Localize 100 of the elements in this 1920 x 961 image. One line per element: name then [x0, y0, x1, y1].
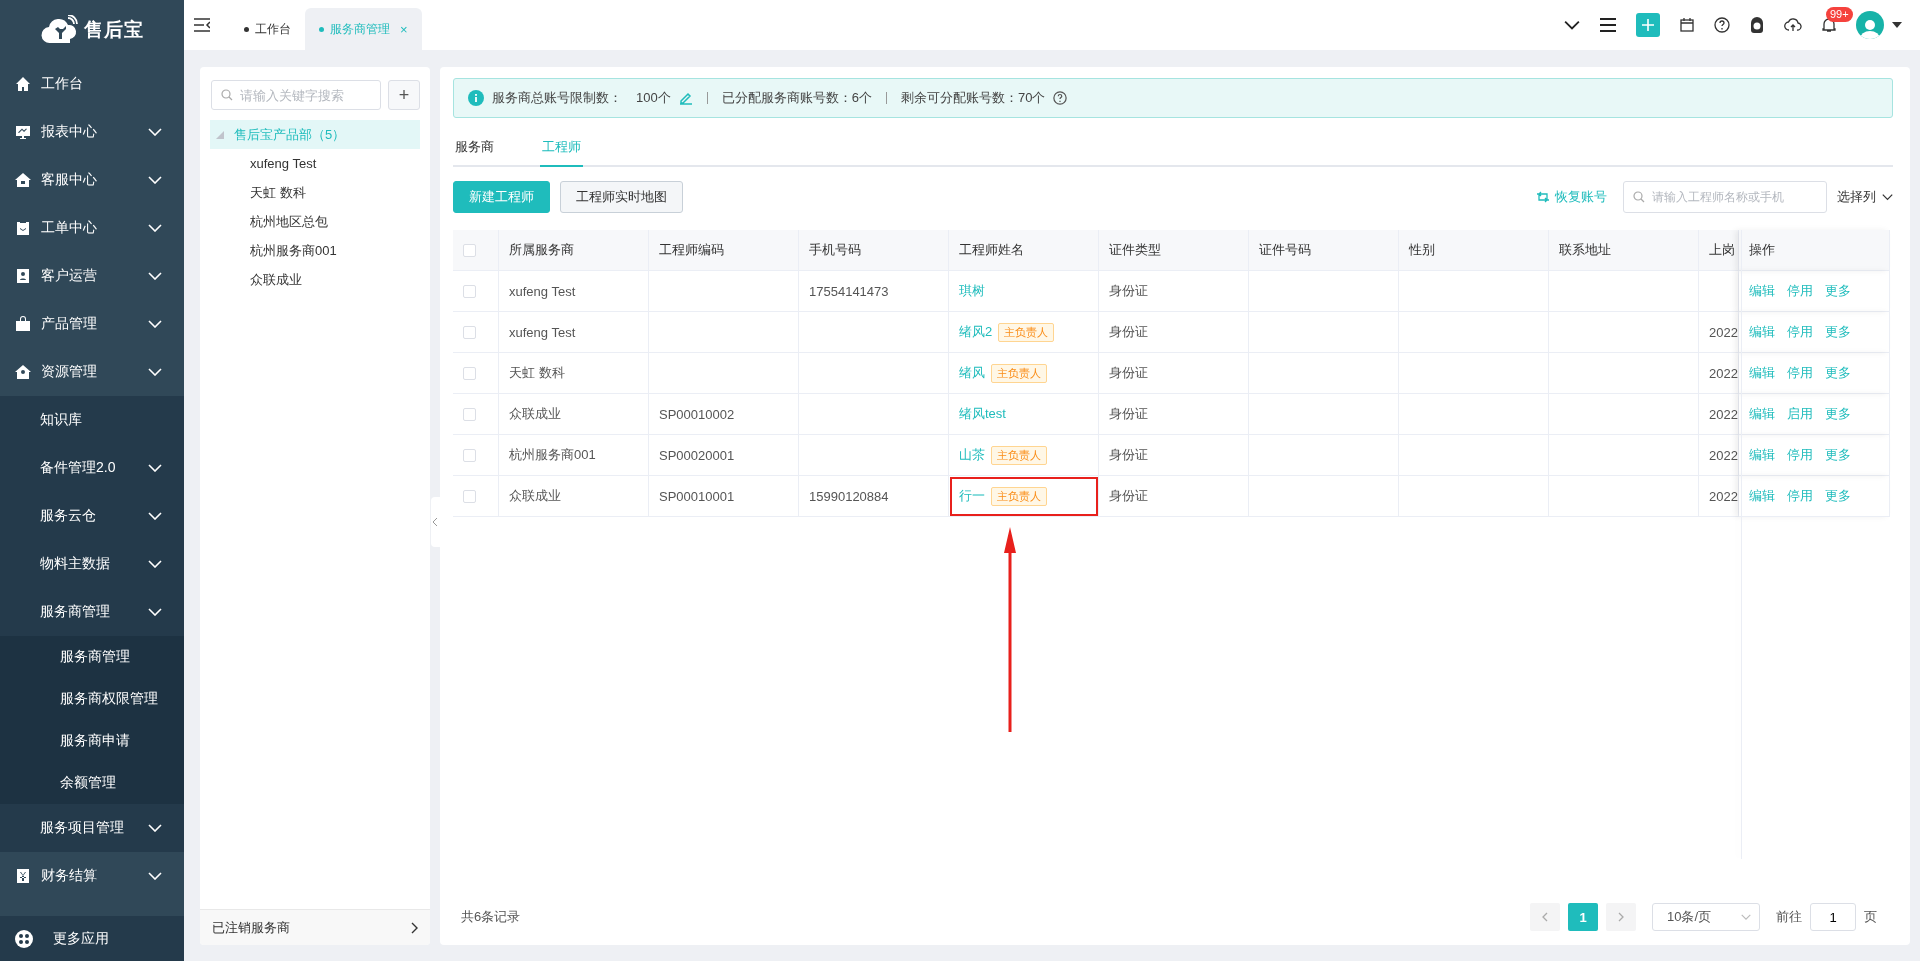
avatar[interactable]	[1856, 11, 1884, 39]
chevron-down-icon	[1882, 193, 1893, 201]
table-cell: 天虹 数科	[499, 353, 649, 394]
upload-button[interactable]	[1784, 18, 1802, 32]
chevron-down-icon	[1564, 20, 1580, 30]
menu-item[interactable]: 余额管理	[0, 762, 184, 804]
checkbox[interactable]	[463, 325, 476, 339]
column-header: 操作	[1739, 230, 1890, 271]
menu-item[interactable]: 服务商管理	[0, 636, 184, 678]
chevron-left-icon	[433, 518, 438, 526]
search-field[interactable]: 请输入关键字搜索	[211, 80, 381, 110]
add-button[interactable]: +	[388, 80, 420, 110]
role-tag: 主负责人	[991, 445, 1047, 465]
checkbox[interactable]	[463, 366, 476, 380]
table-cell: SP00010001	[649, 476, 799, 517]
sidebar-toggle-icon	[194, 18, 210, 32]
help-button[interactable]	[1714, 17, 1730, 33]
quota-label: 剩余可分配账号数：70个	[900, 89, 1046, 107]
table-cell: 2022	[1699, 435, 1739, 476]
person-silhouette-icon	[1860, 17, 1880, 39]
calendar-icon	[1680, 18, 1694, 32]
menu-button[interactable]	[1600, 18, 1616, 32]
table-cell: 身份证	[1099, 435, 1249, 476]
bag-icon	[15, 316, 31, 332]
search-icon	[221, 89, 233, 101]
menu-item[interactable]: 物料主数据	[0, 540, 184, 588]
checkbox[interactable]	[463, 243, 476, 257]
collapse-button[interactable]	[1564, 20, 1580, 30]
goto-page-field[interactable]: 1	[1810, 903, 1856, 931]
tree-node[interactable]: 天虹 数科	[210, 178, 420, 207]
clipboard-icon	[15, 220, 31, 236]
table-cell: 2022	[1699, 312, 1739, 353]
table-cell: 杭州服务商001	[499, 435, 649, 476]
tree-node[interactable]: 众联成业	[210, 265, 420, 294]
column-header: 联系地址	[1549, 230, 1699, 271]
toolbar-button[interactable]: 工程师实时地图	[560, 181, 683, 213]
search-icon	[1633, 191, 1645, 203]
table-cell: 身份证	[1099, 312, 1249, 353]
chevron-left-icon	[1542, 912, 1548, 922]
more-apps-item[interactable]: 更多应用	[0, 916, 184, 961]
menu-item[interactable]: 服务商权限管理	[0, 678, 184, 720]
collapse-handle[interactable]	[431, 497, 440, 547]
next-page-button[interactable]	[1606, 903, 1636, 931]
table-cell: 15990120884	[799, 476, 949, 517]
document-icon	[15, 868, 31, 884]
monitor-icon	[15, 124, 31, 140]
page-size-select[interactable]: 10条/页	[1652, 903, 1760, 931]
record-count: 共6条记录	[461, 908, 521, 926]
search-field[interactable]: 请输入工程师名称或手机	[1623, 181, 1827, 213]
tree-node[interactable]: 杭州地区总包	[210, 207, 420, 236]
table-cell: 2022	[1699, 353, 1739, 394]
menu-item[interactable]: 知识库	[0, 396, 184, 444]
menu-item[interactable]: 服务项目管理	[0, 804, 184, 852]
table-cell: 17554141473	[799, 271, 949, 312]
menu-item[interactable]: 服务云仓	[0, 492, 184, 540]
page-tab[interactable]: 工作台	[230, 8, 305, 50]
table-cell: 众联成业	[499, 476, 649, 517]
info-icon	[468, 90, 484, 106]
calendar-button[interactable]	[1680, 18, 1694, 32]
checkbox[interactable]	[463, 284, 476, 298]
role-tag: 主负责人	[991, 486, 1047, 506]
help-icon	[1053, 91, 1068, 105]
add-button[interactable]	[1636, 13, 1660, 37]
cloud-upload-icon	[1784, 18, 1802, 32]
notification-button[interactable]	[1822, 17, 1836, 33]
quota-label: 服务商总账号限制数：	[492, 89, 622, 107]
column-header: 证件号码	[1249, 230, 1399, 271]
column-picker[interactable]: 选择列	[1837, 188, 1893, 206]
checkbox[interactable]	[463, 448, 476, 462]
tree-node[interactable]: xufeng Test	[210, 149, 420, 178]
tab[interactable]: 服务商	[453, 130, 496, 165]
table-cell: 众联成业	[499, 394, 649, 435]
tree-node[interactable]: 杭州服务商001	[210, 236, 420, 265]
column-header: 上岗	[1699, 230, 1739, 271]
table-cell: 2022	[1699, 476, 1739, 517]
prev-page-button[interactable]	[1530, 903, 1560, 931]
menu-item[interactable]: 备件管理2.0	[0, 444, 184, 492]
restore-icon	[1537, 191, 1549, 203]
column-header: 性别	[1399, 230, 1549, 271]
table-cell: 身份证	[1099, 353, 1249, 394]
edit-icon[interactable]	[678, 91, 693, 105]
checkbox[interactable]	[463, 407, 476, 421]
logo-text: 售后宝	[84, 18, 144, 42]
checkbox[interactable]	[463, 489, 476, 503]
role-tag: 主负责人	[998, 322, 1055, 342]
cloud-wrench-icon	[40, 15, 80, 45]
role-tag: 主负责人	[991, 363, 1047, 383]
goto-label: 前往	[1776, 908, 1802, 926]
apps-icon	[15, 929, 33, 948]
menu-item[interactable]: 服务商管理	[0, 588, 184, 636]
cancelled-providers-item[interactable]: 已注销服务商	[200, 909, 430, 945]
column-header: 手机号码	[799, 230, 949, 271]
help-icon	[1714, 17, 1730, 33]
menu-item[interactable]: 服务商申请	[0, 720, 184, 762]
house-icon	[15, 364, 31, 380]
table-cell: SP00010002	[649, 394, 799, 435]
quota-value: 100个	[636, 89, 671, 107]
home-icon	[15, 76, 31, 92]
table-cell: 身份证	[1099, 476, 1249, 517]
plus-icon	[1642, 19, 1654, 31]
